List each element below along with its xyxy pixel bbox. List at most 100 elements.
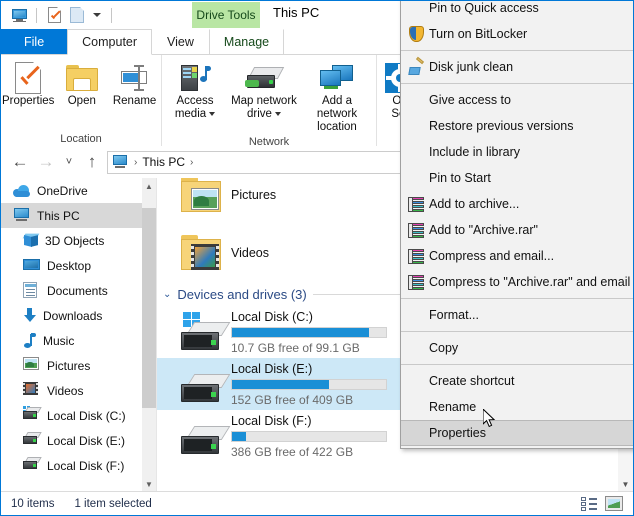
menu-item-pin-to-quick-access[interactable]: Pin to Quick access (401, 1, 633, 21)
chevron-down-icon[interactable] (274, 111, 281, 116)
ribbon-button-add-network-location-label: Add a network location (316, 95, 358, 133)
menu-item-disk-junk-clean[interactable]: Disk junk clean (401, 54, 633, 80)
local-disk-f-icon (23, 457, 42, 474)
menu-item-turn-on-bitlocker[interactable]: Turn on BitLocker (401, 21, 633, 47)
local-disk-c-icon (175, 310, 231, 354)
sidebar-item-music[interactable]: Music (1, 328, 142, 353)
documents-icon (23, 282, 41, 299)
music-icon (23, 332, 37, 349)
status-item-count: 10 items (11, 497, 55, 510)
qat-separator-2 (111, 7, 112, 23)
sidebar-item-local-disk-f[interactable]: Local Disk (F:) (1, 453, 142, 478)
scroll-up-icon[interactable]: ▲ (142, 178, 156, 194)
rar-icon (403, 245, 429, 267)
up-button[interactable]: ↑ (79, 150, 105, 174)
ribbon-button-properties-label: Properties (2, 95, 55, 107)
large-icons-view-button[interactable] (605, 496, 623, 511)
sidebar-item-downloads[interactable]: Downloads (1, 303, 142, 328)
sidebar-item-desktop[interactable]: Desktop (1, 253, 142, 278)
ribbon-button-access-media[interactable]: Access media (162, 59, 228, 121)
ribbon-button-open[interactable]: Open (55, 59, 108, 108)
qat-this-pc-icon[interactable] (9, 5, 29, 25)
drive-info: Local Disk (C:) 10.7 GB free of 99.1 GB (231, 310, 387, 355)
sidebar-item-3d-objects-label: 3D Objects (45, 233, 105, 248)
contextual-tab-group-label: Drive Tools (192, 2, 260, 28)
no-icon (403, 422, 429, 444)
breadcrumb-separator-1[interactable]: › (188, 157, 195, 168)
drive-info: Local Disk (E:) 152 GB free of 409 GB (231, 362, 387, 407)
context-menu: Pin to Quick access Turn on BitLocker Di… (400, 1, 633, 449)
add-network-location-icon (320, 61, 354, 95)
map-network-drive-icon (245, 61, 285, 95)
scroll-down-icon[interactable]: ▼ (142, 476, 156, 492)
scroll-down-icon[interactable]: ▼ (618, 476, 633, 492)
forward-button[interactable]: → (33, 150, 59, 174)
sidebar-item-this-pc-label: This PC (37, 208, 80, 223)
qat-new-folder-icon[interactable] (67, 5, 87, 25)
downloads-icon (23, 307, 37, 324)
no-icon (403, 337, 429, 359)
breadcrumb-this-pc[interactable]: This PC (139, 155, 188, 169)
sidebar-item-onedrive[interactable]: OneDrive (1, 178, 142, 203)
menu-item-create-shortcut[interactable]: Create shortcut (401, 368, 633, 394)
recent-locations-button[interactable]: ˅ (59, 150, 79, 174)
tab-file[interactable]: File (1, 29, 68, 55)
mouse-cursor (483, 409, 496, 428)
sidebar-item-pictures-label: Pictures (47, 358, 91, 373)
menu-item-copy[interactable]: Copy (401, 335, 633, 361)
window-title: This PC (273, 5, 320, 20)
menu-item-rename[interactable]: Rename (401, 394, 633, 420)
videos-folder-icon (175, 229, 231, 277)
sidebar-item-videos[interactable]: Videos (1, 378, 142, 403)
sidebar-item-local-disk-f-label: Local Disk (F:) (47, 458, 125, 473)
ribbon-button-map-network-drive[interactable]: Map network drive (228, 59, 300, 121)
navigation-pane-scrollbar[interactable]: ▲ ▼ (142, 178, 156, 492)
rar-icon (403, 271, 429, 293)
pictures-icon (23, 357, 41, 374)
ribbon-button-map-network-drive-label: Map network drive (231, 95, 297, 120)
menu-item-compress-and-email[interactable]: Compress and email... (401, 243, 633, 269)
ribbon-group-location-label: Location (60, 133, 102, 145)
chevron-down-icon[interactable] (209, 111, 216, 116)
qat-properties-icon[interactable] (44, 5, 64, 25)
menu-item-include-in-library[interactable]: Include in library (401, 139, 633, 165)
sidebar-item-local-disk-e[interactable]: Local Disk (E:) (1, 428, 142, 453)
menu-item-add-to-archive[interactable]: Add to archive... (401, 191, 633, 217)
shield-icon (403, 23, 429, 45)
menu-item-pin-to-start[interactable]: Pin to Start (401, 165, 633, 191)
tab-manage[interactable]: Manage (208, 29, 285, 55)
sidebar-item-documents-label: Documents (47, 283, 108, 298)
chevron-down-icon[interactable]: ⌄ (163, 289, 171, 300)
access-media-icon (179, 61, 211, 95)
scrollbar-thumb[interactable] (142, 208, 156, 408)
sidebar-item-this-pc[interactable]: This PC (1, 203, 142, 228)
qat-customize-caret-icon[interactable] (90, 6, 104, 24)
rar-icon (403, 219, 429, 241)
sidebar-item-local-disk-e-label: Local Disk (E:) (47, 433, 126, 448)
sidebar-item-pictures[interactable]: Pictures (1, 353, 142, 378)
sidebar-item-local-disk-c[interactable]: Local Disk (C:) (1, 403, 142, 428)
menu-item-add-to-archive-rar[interactable]: Add to "Archive.rar" (401, 217, 633, 243)
sidebar-item-documents[interactable]: Documents (1, 278, 142, 303)
local-disk-e-icon (23, 432, 42, 449)
tab-computer[interactable]: Computer (67, 29, 153, 55)
ribbon-button-properties[interactable]: Properties (1, 59, 55, 108)
onedrive-icon (13, 184, 31, 197)
pictures-folder-icon (175, 178, 231, 219)
back-button[interactable]: ← (7, 150, 33, 174)
ribbon-button-rename[interactable]: Rename (108, 59, 161, 108)
details-view-button[interactable] (581, 496, 597, 511)
no-icon (403, 167, 429, 189)
menu-item-format[interactable]: Format... (401, 302, 633, 328)
ribbon-button-rename-label: Rename (112, 95, 157, 107)
menu-item-give-access-to[interactable]: Give access to (401, 87, 633, 113)
menu-item-compress-to-archive-rar-and-email[interactable]: Compress to "Archive.rar" and email (401, 269, 633, 295)
menu-item-properties[interactable]: Properties (401, 420, 633, 446)
ribbon-button-add-network-location[interactable]: Add a network location (300, 59, 374, 134)
no-icon (403, 89, 429, 111)
menu-item-restore-previous-versions[interactable]: Restore previous versions (401, 113, 633, 139)
tab-view[interactable]: View (152, 29, 209, 55)
sidebar-item-3d-objects[interactable]: 3D Objects (1, 228, 142, 253)
status-bar: 10 items 1 item selected (1, 491, 633, 515)
drive-name: Local Disk (F:) (231, 413, 312, 428)
